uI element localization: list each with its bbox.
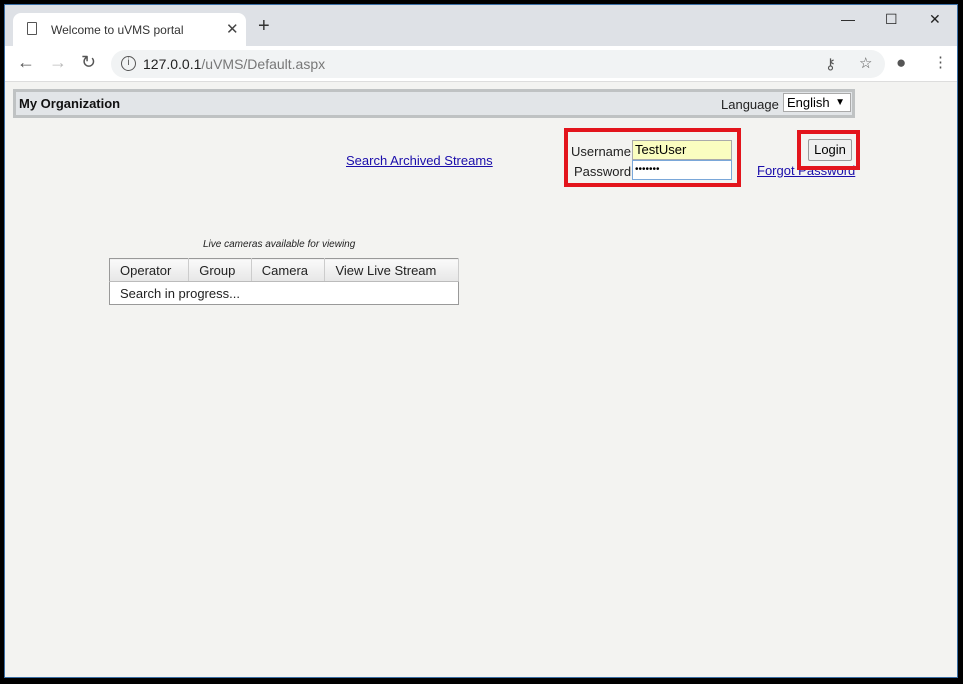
toolbar: ← → ↻ i 127.0.0.1/uVMS/Default.aspx ⚷ ☆ … [5,46,957,82]
org-header: My Organization Language English ▼ [13,89,855,118]
new-tab-icon[interactable]: + [258,15,270,38]
search-archived-link[interactable]: Search Archived Streams [346,153,493,168]
close-window-icon[interactable]: ✕ [929,11,941,28]
maximize-icon[interactable]: ☐ [885,11,898,28]
language-value: English [787,95,830,110]
browser-window: Welcome to uVMS portal ✕ + — ☐ ✕ ← → ↻ i… [4,4,958,678]
column-group[interactable]: Group [188,258,252,282]
url-path: /uVMS/Default.aspx [201,56,326,72]
login-button[interactable]: Login [808,139,852,161]
browser-tab[interactable]: Welcome to uVMS portal ✕ [13,13,246,46]
close-tab-icon[interactable]: ✕ [226,20,239,38]
reload-icon[interactable]: ↻ [81,52,96,73]
password-input[interactable]: ••••••• [632,160,732,180]
language-select[interactable]: English ▼ [783,93,851,112]
username-label: Username [571,144,631,159]
page-icon [27,22,37,35]
url-host: 127.0.0.1 [143,56,202,72]
menu-icon[interactable]: ⋮ [933,53,948,71]
tab-strip: Welcome to uVMS portal ✕ + — ☐ ✕ [5,5,957,46]
cameras-table: Operator Group Camera View Live Stream S… [109,258,459,305]
search-status: Search in progress... [120,285,240,301]
tab-title: Welcome to uVMS portal [51,23,184,37]
info-icon[interactable]: i [121,56,136,71]
table-row: Search in progress... [110,282,459,305]
back-icon[interactable]: ← [17,52,35,73]
minimize-icon[interactable]: — [841,11,855,27]
column-camera[interactable]: Camera [251,258,326,282]
table-header: Operator Group Camera View Live Stream [109,258,459,282]
language-label: Language [721,97,779,112]
address-bar[interactable]: i 127.0.0.1/uVMS/Default.aspx ⚷ ☆ [111,50,885,78]
column-view-live-stream[interactable]: View Live Stream [324,258,459,282]
page-content: My Organization Language English ▼ Search… [5,83,957,678]
profile-icon[interactable]: ● [896,53,906,73]
forward-icon[interactable]: → [49,52,67,73]
column-operator[interactable]: Operator [109,258,190,282]
org-name: My Organization [19,96,121,111]
cameras-caption: Live cameras available for viewing [203,239,356,250]
username-input[interactable]: TestUser [632,140,732,160]
password-label: Password [574,164,632,179]
star-icon[interactable]: ☆ [859,54,872,72]
dropdown-arrow-icon: ▼ [835,97,845,108]
key-icon[interactable]: ⚷ [825,55,836,73]
